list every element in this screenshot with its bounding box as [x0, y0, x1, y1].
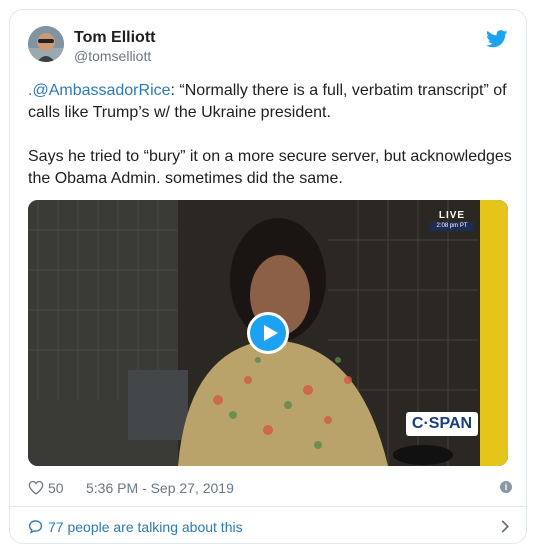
author-avatar[interactable]	[28, 26, 64, 62]
twitter-bird-icon[interactable]	[486, 30, 508, 48]
live-label: LIVE	[438, 210, 466, 221]
tweet-paragraph-1: .@AmbassadorRice: “Normally there is a f…	[28, 80, 514, 124]
conversation-link[interactable]: 77 people are talking about this	[28, 517, 512, 537]
like-count[interactable]: 50	[48, 480, 64, 496]
play-button[interactable]	[247, 312, 289, 354]
heart-icon[interactable]	[28, 480, 44, 495]
tweet-header: Tom Elliott @tomselliott	[28, 26, 508, 70]
avatar-image	[28, 26, 64, 62]
tweet-paragraph-2: Says he tried to “bury” it on a more sec…	[28, 148, 512, 187]
info-icon[interactable]: i	[500, 481, 512, 493]
mention-link[interactable]: .@AmbassadorRice	[28, 82, 171, 99]
play-icon	[250, 315, 286, 351]
author-name[interactable]: Tom Elliott	[74, 29, 155, 47]
author-handle[interactable]: @tomselliott	[74, 48, 151, 64]
divider	[10, 506, 526, 507]
tweet-meta: 50 5:36 PM - Sep 27, 2019 i	[28, 478, 512, 498]
tweet-card: Tom Elliott @tomselliott .@AmbassadorRic…	[9, 9, 527, 544]
live-badge: LIVE 2:08 pm PT	[430, 210, 474, 232]
tweet-text: .@AmbassadorRice: “Normally there is a f…	[28, 80, 514, 212]
chevron-right-icon	[501, 520, 510, 533]
cspan-logo: C·SPAN	[406, 412, 478, 436]
talking-label: 77 people are talking about this	[48, 519, 243, 535]
tweet-timestamp[interactable]: 5:36 PM - Sep 27, 2019	[86, 480, 234, 496]
speech-bubble-icon	[28, 520, 43, 534]
video-player[interactable]: LIVE 2:08 pm PT C·SPAN	[28, 200, 508, 466]
live-time: 2:08 pm PT	[430, 222, 474, 231]
